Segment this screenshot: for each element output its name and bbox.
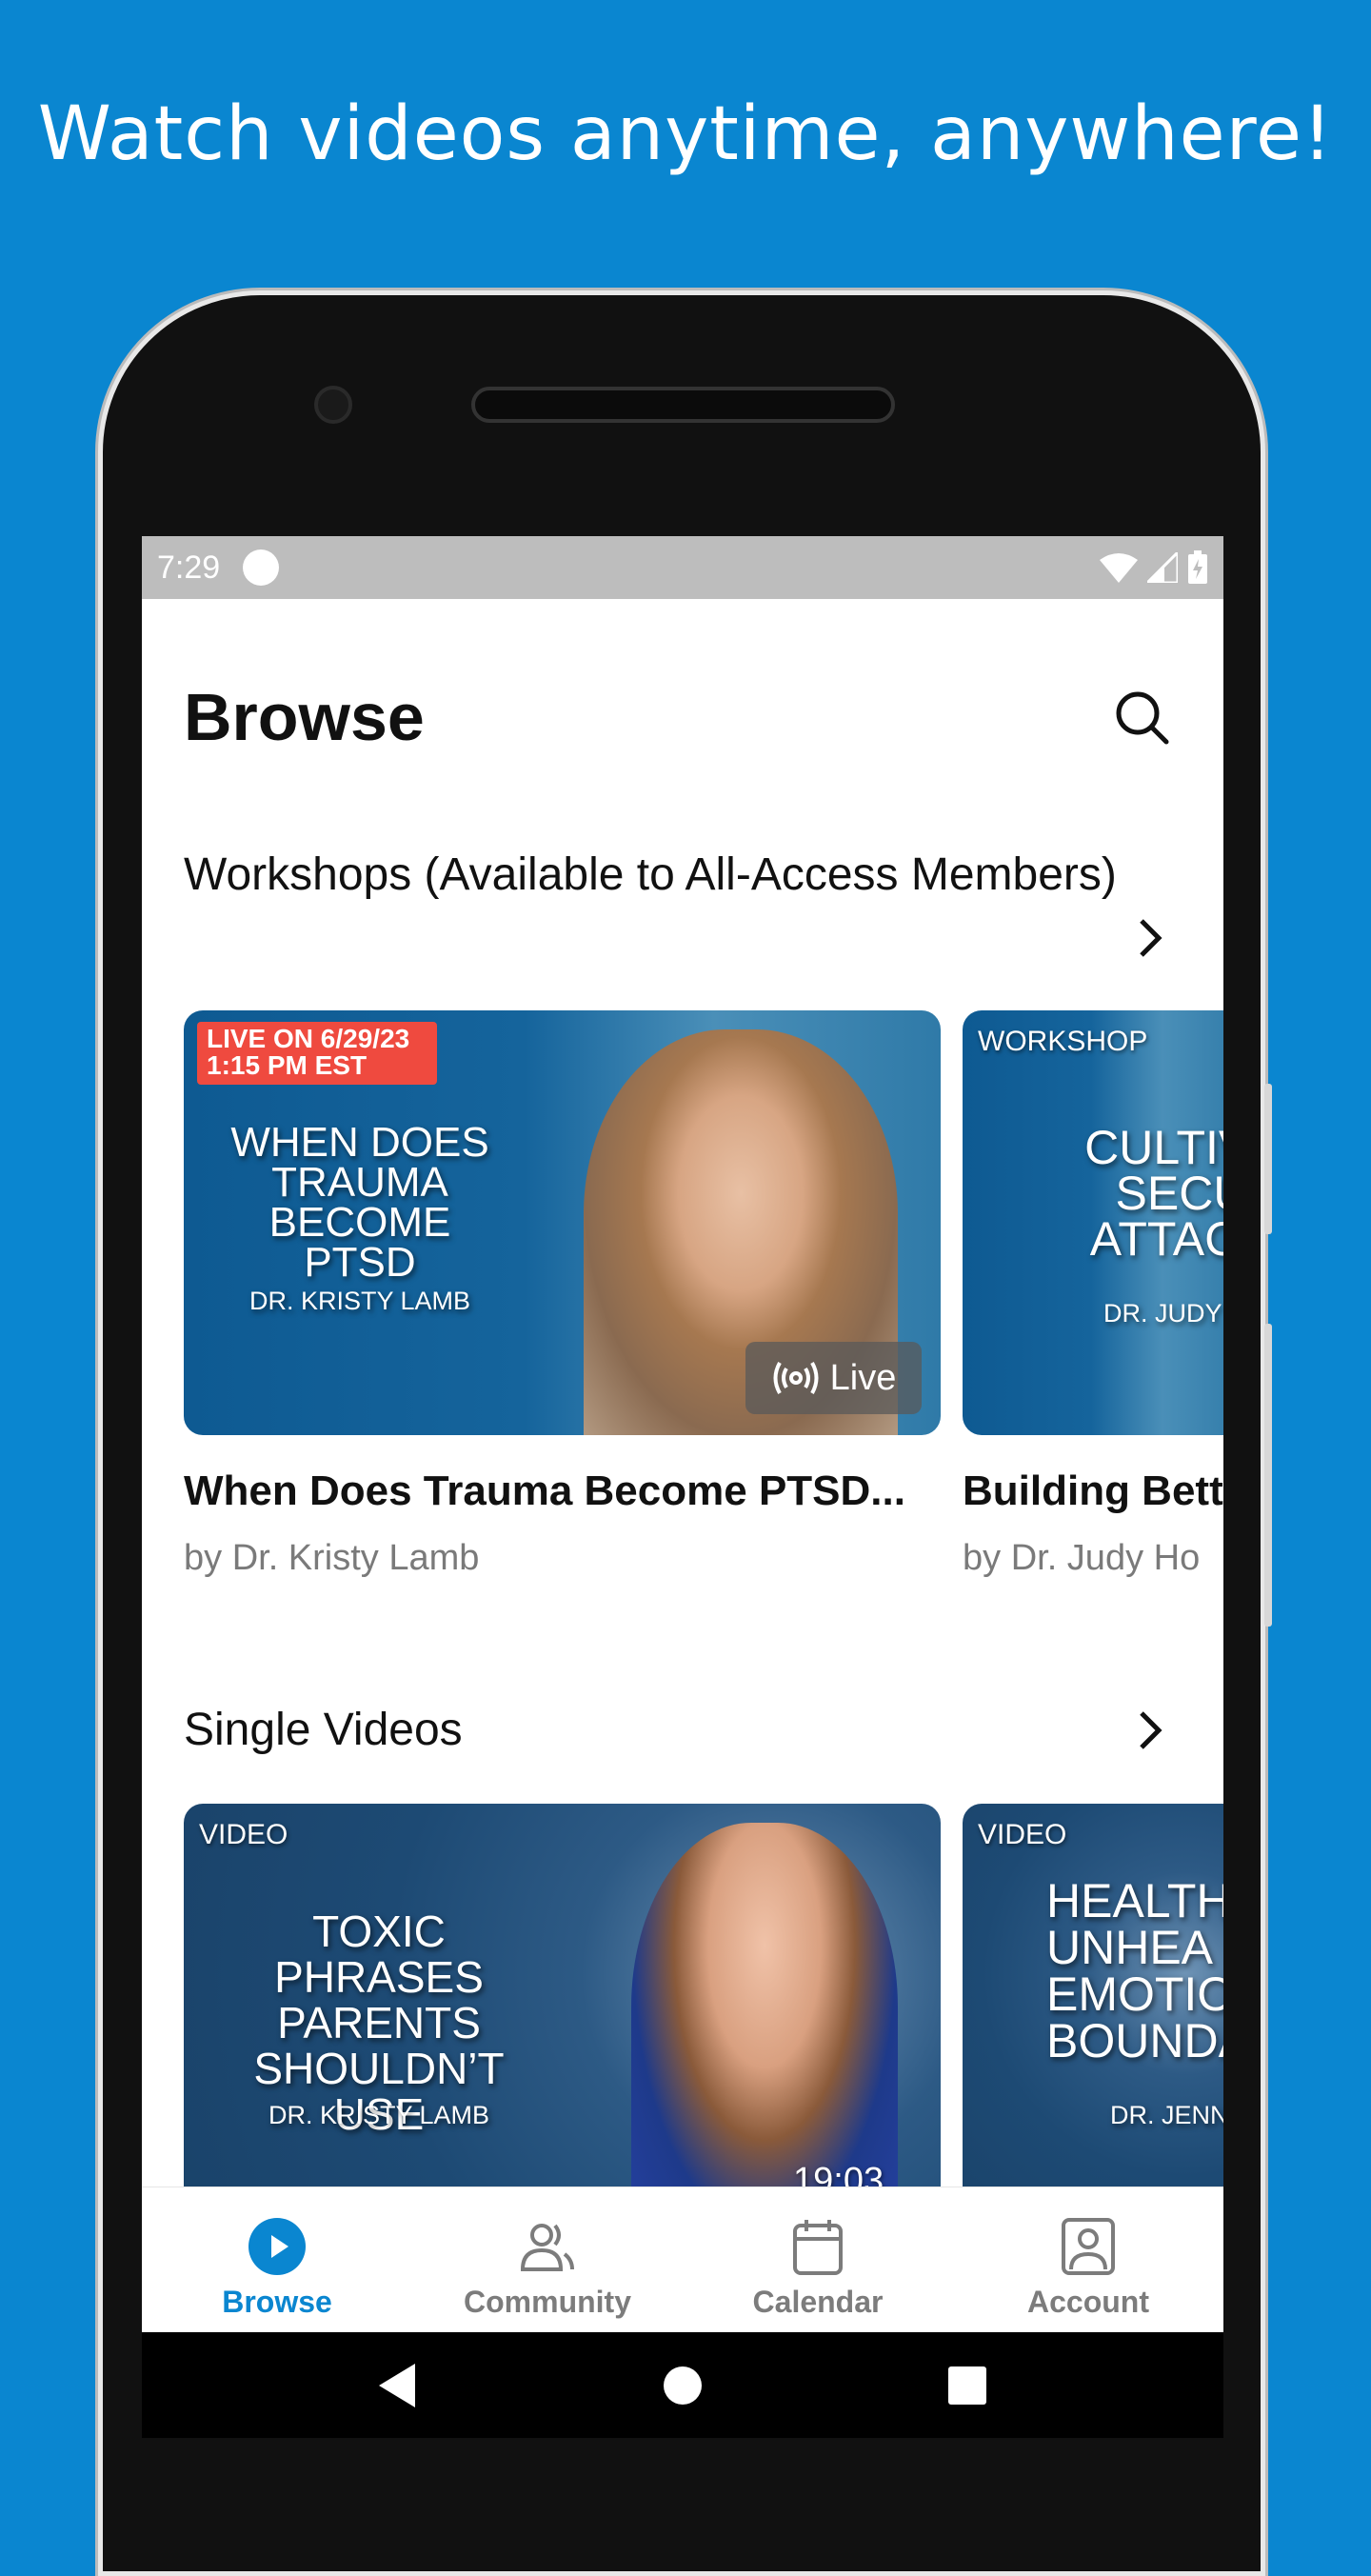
section-title-single-videos: Single Videos (184, 1705, 463, 1755)
thumbnail-title: HEALTH UNHEA EMOTIO BOUNDA (1046, 1874, 1223, 2067)
nav-tab-account[interactable]: Account (953, 2187, 1223, 2332)
section-title-workshops: Workshops (Available to All-Access Membe… (184, 849, 1117, 900)
thumbnail-title: CULTIVA SECU ATTACH (1084, 1121, 1223, 1266)
chevron-right-icon[interactable] (1132, 1709, 1170, 1751)
thumbnail-tag: VIDEO (199, 1819, 288, 1850)
video-card-thumbnail[interactable]: VIDEO TOXIC PHRASES PARENTS SHOULDN’T US… (184, 1804, 941, 2228)
users-icon (520, 2224, 574, 2271)
status-time: 7:29 (157, 549, 221, 586)
search-icon[interactable] (1113, 689, 1170, 746)
nav-label: Account (1027, 2285, 1149, 2319)
thumbnail-author: DR. KRISTY LAMB (268, 2101, 490, 2129)
volume-button (1264, 1084, 1272, 1234)
card-subtitle: by Dr. Judy Ho (963, 1538, 1201, 1578)
thumbnail-author: DR. JUDY H (1103, 1299, 1223, 1328)
thumbnail-author: DR. JENNY (1110, 2101, 1223, 2129)
nav-tab-browse[interactable]: Browse (142, 2187, 412, 2332)
thumbnail-tag: WORKSHOP (978, 1026, 1148, 1057)
workshop-card-thumbnail[interactable]: LIVE ON 6/29/23 1:15 PM EST WHEN DOES TR… (184, 1010, 941, 1435)
card-title[interactable]: Building Bette (963, 1468, 1223, 1515)
notification-icon (243, 549, 280, 586)
back-icon[interactable] (379, 2363, 417, 2407)
play-circle-icon (248, 2218, 306, 2275)
live-date-text: LIVE ON 6/29/23 1:15 PM EST (207, 1024, 410, 1080)
broadcast-icon (773, 1362, 819, 1394)
thumbnail-tag: VIDEO (978, 1819, 1067, 1850)
chevron-right-icon[interactable] (1132, 917, 1170, 959)
card-title[interactable]: When Does Trauma Become PTSD... (184, 1468, 905, 1515)
nav-tab-calendar[interactable]: Calendar (683, 2187, 953, 2332)
nav-tab-community[interactable]: Community (412, 2187, 683, 2332)
front-camera (314, 386, 352, 424)
page-title: Browse (184, 680, 425, 754)
live-badge: Live (745, 1342, 922, 1414)
nav-label: Calendar (752, 2285, 884, 2319)
home-icon[interactable] (663, 2366, 703, 2406)
thumbnail-title: WHEN DOES TRAUMA BECOME PTSD (230, 1119, 489, 1286)
nav-label: Browse (222, 2285, 332, 2319)
calendar-icon (793, 2220, 843, 2275)
workshop-card-thumbnail[interactable]: WORKSHOP CULTIVA SECU ATTACH DR. JUDY H (963, 1010, 1223, 1435)
power-button (1264, 1324, 1272, 1627)
battery-icon (1188, 550, 1207, 584)
live-badge-label: Live (829, 1357, 897, 1398)
card-subtitle: by Dr. Kristy Lamb (184, 1538, 480, 1578)
promo-headline: Watch videos anytime, anywhere! (37, 91, 1334, 177)
wifi-icon (1100, 553, 1138, 583)
nav-label: Community (464, 2285, 631, 2319)
signal-icon (1147, 552, 1178, 583)
system-nav-bar (142, 2332, 1223, 2438)
live-date-tag: LIVE ON 6/29/23 1:15 PM EST (197, 1022, 437, 1085)
video-card-thumbnail[interactable]: VIDEO HEALTH UNHEA EMOTIO BOUNDA DR. JEN… (963, 1804, 1223, 2228)
earpiece-speaker (471, 387, 895, 423)
status-bar: 7:29 (142, 536, 1223, 599)
recents-icon[interactable] (948, 2366, 986, 2405)
thumbnail-author: DR. KRISTY LAMB (248, 1287, 471, 1315)
app-screen: 7:29 Browse Workshops (Available to All-… (142, 536, 1223, 2438)
bottom-nav: Browse Community Calendar Account (142, 2187, 1223, 2332)
account-icon (1062, 2218, 1115, 2275)
